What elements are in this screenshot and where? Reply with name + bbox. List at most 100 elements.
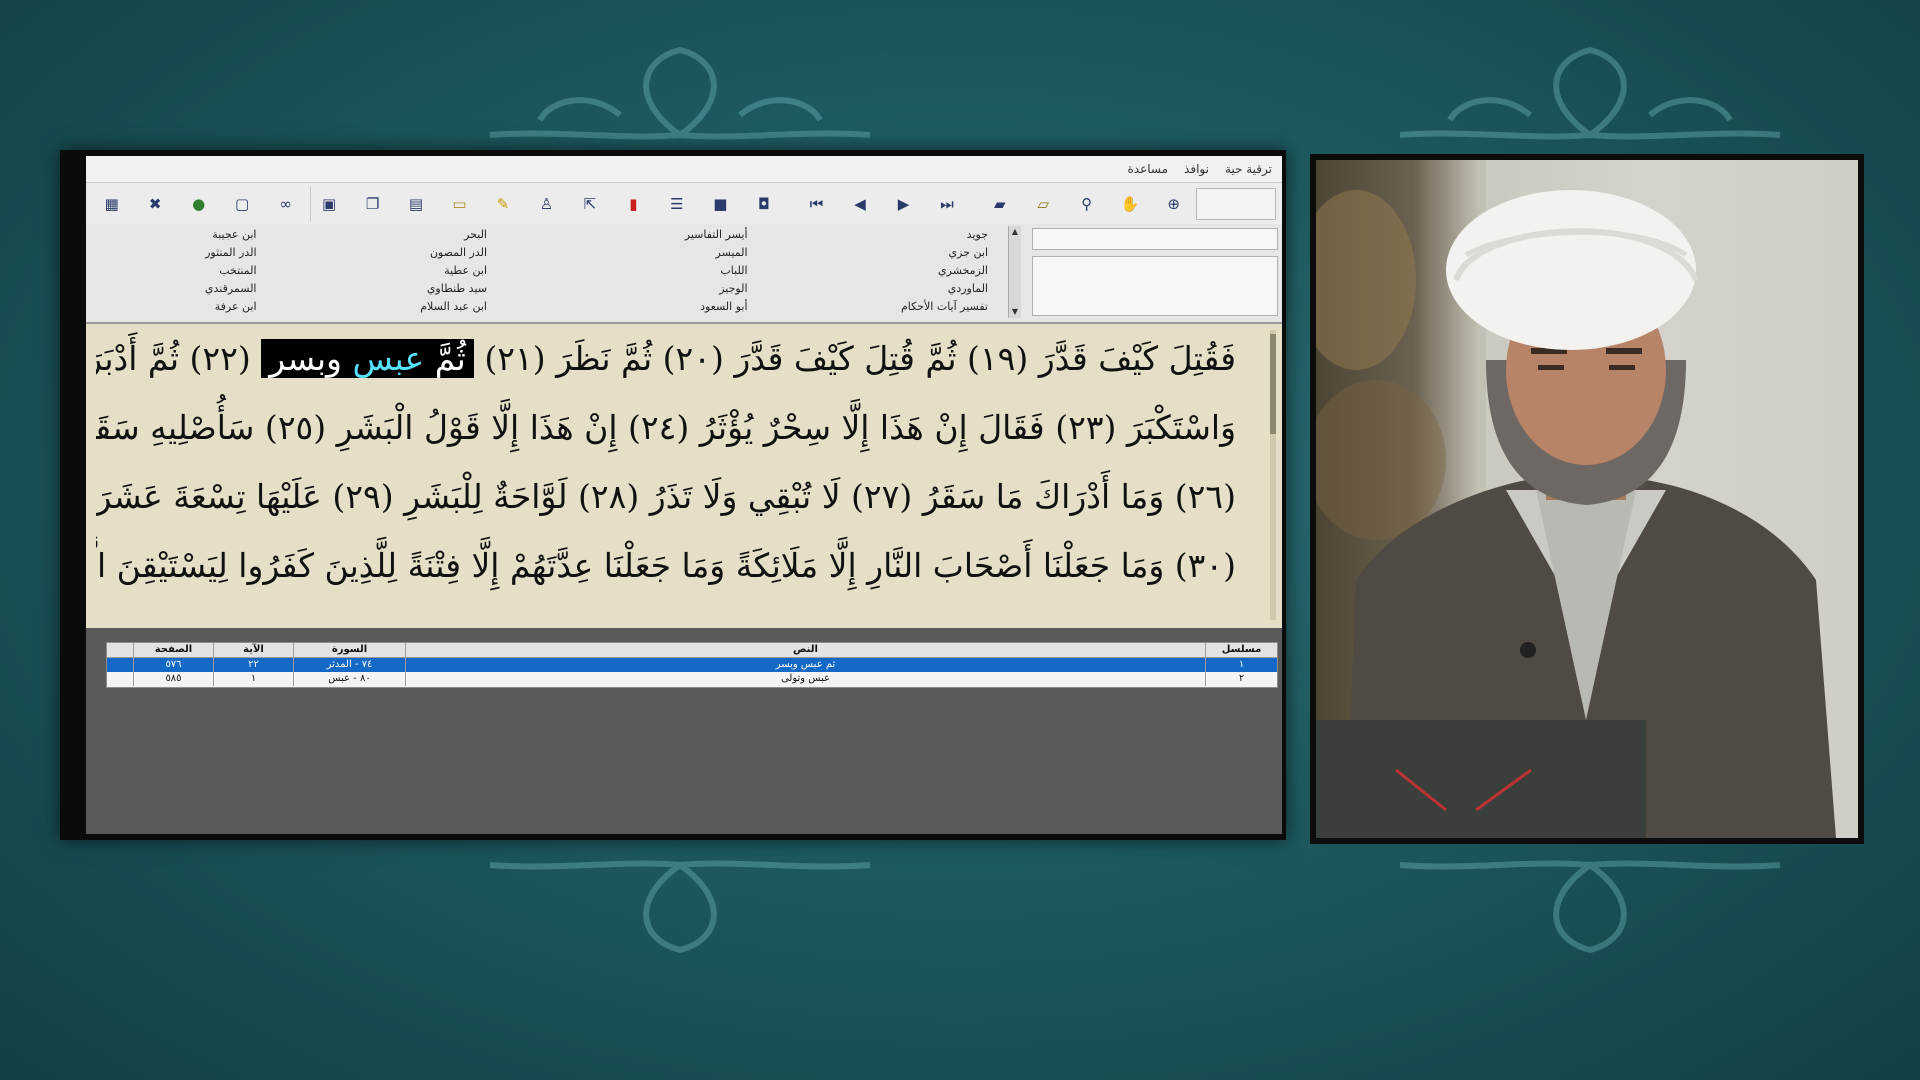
- cell-text: ثم عبس وبسر: [405, 658, 1205, 672]
- header-ayah[interactable]: الآية: [213, 643, 293, 657]
- binoculars-small-icon[interactable]: ∞: [267, 186, 304, 222]
- tafsir-item[interactable]: الماوردي: [778, 280, 988, 298]
- scroll-thumb[interactable]: [1270, 334, 1276, 434]
- tafsir-item[interactable]: ابن عبد السلام: [317, 298, 487, 316]
- copy-icon[interactable]: ❐: [354, 186, 391, 222]
- tafsir-item[interactable]: تفسير آيات الأحكام: [778, 298, 988, 316]
- menubar: ترقية حية نوافذ مساعدة: [86, 156, 1282, 183]
- tafsir-item[interactable]: الدر المصون: [317, 244, 487, 262]
- table-row[interactable]: ٢ عبس وتولى ٨٠ - عبس ١ ٥٨٥: [107, 672, 1277, 686]
- tafsir-item[interactable]: السمرقندي: [86, 280, 257, 298]
- tafsir-column: ابن عجيبة الدر المنثور المنتخب السمرقندي…: [86, 226, 317, 322]
- quran-text: فَقُتِلَ كَيْفَ قَدَّرَ (١٩) ثُمَّ قُتِل…: [96, 324, 1236, 600]
- search-icon[interactable]: ⚲: [1068, 186, 1105, 222]
- tafsir-item[interactable]: اللباب: [547, 262, 747, 280]
- new-page-icon[interactable]: ▢: [223, 186, 260, 222]
- header-serial[interactable]: مسلسل: [1205, 643, 1277, 657]
- prev-icon[interactable]: ◀: [841, 186, 878, 222]
- tafsir-item[interactable]: الوجيز: [547, 280, 747, 298]
- cell-surah: ٨٠ - عبس: [293, 672, 405, 686]
- last-icon[interactable]: ⏭: [928, 186, 965, 222]
- red-doc-icon[interactable]: ▮: [615, 186, 652, 222]
- verse-text: (٢٢) ثُمَّ أَدْبَرَ: [96, 339, 251, 378]
- menu-help[interactable]: مساعدة: [1127, 162, 1168, 176]
- cell-serial: ١: [1205, 658, 1277, 672]
- tafsir-column: أيسر التفاسير الميسر اللباب الوجيز أبو ا…: [547, 226, 778, 322]
- tafsir-item[interactable]: ابن عرفة: [86, 298, 257, 316]
- tafsir-item[interactable]: ابن عجيبة: [86, 226, 256, 244]
- highlight-text: وبسر: [269, 339, 342, 378]
- book-icon[interactable]: ◘: [745, 186, 782, 222]
- export-icon[interactable]: ⇱: [571, 186, 608, 222]
- tafsir-search-field[interactable]: [1032, 228, 1278, 250]
- tafsir-item[interactable]: الدر المنثور: [86, 244, 256, 262]
- tafsir-item[interactable]: ابن عطية: [317, 262, 487, 280]
- quran-scrollbar[interactable]: [1270, 330, 1276, 620]
- search-results-table: مسلسل النص السورة الآية الصفحة ١ ثم عبس …: [106, 642, 1278, 688]
- ornament-top-right: [1380, 40, 1800, 150]
- document-icon[interactable]: ▤: [397, 186, 434, 222]
- cell-ayah: ١: [213, 672, 293, 686]
- verse-text: فَقُتِلَ كَيْفَ قَدَّرَ (١٩) ثُمَّ قُتِل…: [484, 339, 1236, 378]
- app-icon[interactable]: ▦: [93, 186, 130, 222]
- tafsir-list: جويد ابن جزي الزمخشري الماوردي تفسير آيا…: [86, 224, 1018, 322]
- highlight-text: ثُمَّ: [434, 339, 466, 378]
- tafsir-item[interactable]: جويد: [778, 226, 988, 244]
- cell-text: عبس وتولى: [405, 672, 1205, 686]
- tafsir-item[interactable]: الميسر: [547, 244, 748, 262]
- tafsir-item[interactable]: ابن جزي: [778, 244, 988, 262]
- ornament-bottom-right: [1380, 850, 1800, 960]
- presenter-video: [1316, 160, 1858, 838]
- quran-app-window: ترقية حية نوافذ مساعدة ▦ ✖ ● ▢ ∞ ▣ ❐ ▤ ▭…: [86, 156, 1282, 834]
- tafsir-item[interactable]: الزمخشري: [778, 262, 988, 280]
- cell-page: ٥٧٦: [133, 658, 213, 672]
- tools-icon[interactable]: ✖: [136, 186, 173, 222]
- cell-serial: ٢: [1205, 672, 1277, 686]
- scroll-down-icon[interactable]: ▼: [1009, 306, 1021, 318]
- image-icon[interactable]: ▭: [441, 186, 478, 222]
- tafsir-item[interactable]: المنتخب: [86, 262, 256, 280]
- hand-icon[interactable]: ✋: [1111, 186, 1148, 222]
- header-text[interactable]: النص: [405, 643, 1205, 657]
- results-header: مسلسل النص السورة الآية الصفحة: [107, 643, 1277, 658]
- tafsir-item[interactable]: سيد طنطاوي: [317, 280, 487, 298]
- quran-text-view[interactable]: فَقُتِلَ كَيْفَ قَدَّرَ (١٩) ثُمَّ قُتِل…: [86, 324, 1282, 628]
- header-surah[interactable]: السورة: [293, 643, 405, 657]
- tafsir-column: جويد ابن جزي الزمخشري الماوردي تفسير آيا…: [778, 226, 1009, 322]
- cell-surah: ٧٤ - المدثر: [293, 658, 405, 672]
- cell-ayah: ٢٢: [213, 658, 293, 672]
- quran-line: (٢٦) وَمَا أَدْرَاكَ مَا سَقَرُ (٢٧) لَا…: [96, 477, 1236, 516]
- tafsir-side-panel: [1032, 228, 1278, 318]
- chat-icon[interactable]: ●: [180, 186, 217, 222]
- tafsir-item[interactable]: البحر: [317, 226, 487, 244]
- menu-live-upgrade[interactable]: ترقية حية: [1225, 162, 1272, 176]
- pen-icon[interactable]: ✎: [484, 186, 521, 222]
- next-icon[interactable]: ▶: [885, 186, 922, 222]
- zoom-icon[interactable]: ⊕: [1155, 186, 1192, 222]
- tafsir-column: البحر الدر المصون ابن عطية سيد طنطاوي اب…: [317, 226, 548, 322]
- table-icon[interactable]: ■: [702, 186, 739, 222]
- toolbar-input[interactable]: [1195, 188, 1276, 220]
- quran-line: (٣٠) وَمَا جَعَلْنَا أَصْحَابَ النَّارِ …: [96, 546, 1236, 585]
- tafsir-item[interactable]: أبو السعود: [547, 298, 747, 316]
- tafsir-scrollbar[interactable]: ▲ ▼: [1008, 226, 1021, 318]
- print-preview-icon[interactable]: ▣: [310, 186, 347, 222]
- cell-page: ٥٨٥: [133, 672, 213, 686]
- header-page[interactable]: الصفحة: [133, 643, 213, 657]
- tafsir-panel: جويد ابن جزي الزمخشري الماوردي تفسير آيا…: [86, 224, 1282, 324]
- search-highlight: ثُمَّ عبس وبسر: [261, 339, 474, 378]
- toolbar: ▦ ✖ ● ▢ ∞ ▣ ❐ ▤ ▭ ✎ ♙ ⇱ ▮ ☰ ■ ◘ ⏮ ◀ ▶ ⏭ …: [86, 183, 1282, 226]
- list-icon[interactable]: ☰: [658, 186, 695, 222]
- first-icon[interactable]: ⏮: [798, 186, 835, 222]
- video-frame: [1310, 154, 1864, 844]
- tafsir-item[interactable]: أيسر التفاسير: [547, 226, 748, 244]
- person-icon[interactable]: ♙: [528, 186, 565, 222]
- scroll-up-icon[interactable]: ▲: [1009, 226, 1021, 238]
- app-frame: ترقية حية نوافذ مساعدة ▦ ✖ ● ▢ ∞ ▣ ❐ ▤ ▭…: [60, 150, 1286, 840]
- table-row[interactable]: ١ ثم عبس وبسر ٧٤ - المدثر ٢٢ ٥٧٦: [107, 658, 1277, 672]
- folder-blue-icon[interactable]: ▰: [981, 186, 1018, 222]
- ornament-bottom-left: [470, 850, 890, 960]
- highlight-match: عبس: [352, 339, 425, 378]
- menu-windows[interactable]: نوافذ: [1184, 162, 1209, 176]
- folder-open-icon[interactable]: ▱: [1025, 186, 1062, 222]
